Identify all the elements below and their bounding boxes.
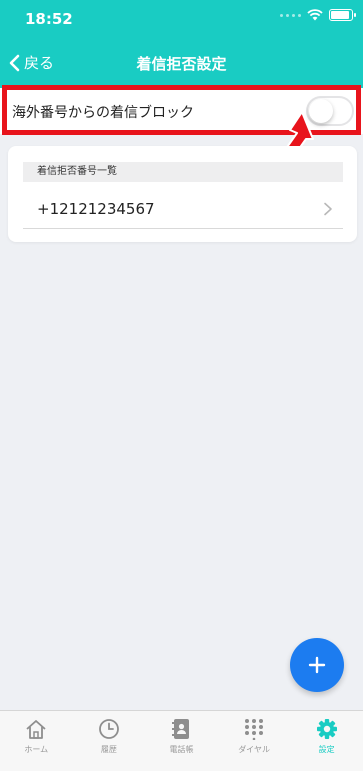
app-header: 18:52 戻る 着信拒否設定 [0,0,363,88]
tab-contacts-label: 電話帳 [169,745,194,754]
tab-home-label: ホーム [24,745,49,754]
blocked-list-header: 着信拒否番号一覧 [23,162,343,182]
blocked-list-card: 着信拒否番号一覧 +12121234567 [8,146,357,242]
overseas-block-toggle[interactable] [306,96,354,126]
tab-home[interactable]: ホーム [0,711,73,771]
gear-icon [316,719,337,739]
tab-dial-label: ダイヤル [238,745,270,754]
tab-settings-label: 設定 [318,745,335,754]
contacts-icon [172,719,190,739]
chevron-left-icon [9,54,20,71]
tab-bar: ホーム 履歴 電話帳 ダイヤル 設定 [0,710,363,771]
back-label: 戻る [24,54,55,72]
home-icon [26,720,46,739]
back-button[interactable]: 戻る [8,52,54,73]
status-icons [280,9,356,21]
signal-dots-icon [280,13,301,17]
add-button[interactable] [290,638,344,692]
toggle-knob [309,99,333,123]
tab-history-label: 履歴 [100,745,117,754]
tab-dial[interactable]: ダイヤル [218,711,291,771]
page-title: 着信拒否設定 [136,55,227,73]
overseas-block-label: 海外番号からの着信ブロック [12,105,194,121]
blocked-number: +12121234567 [37,200,155,218]
clock-icon [98,719,119,739]
battery-icon [329,9,356,21]
plus-icon [308,656,326,674]
chevron-right-icon [324,202,332,216]
tab-settings[interactable]: 設定 [290,711,363,771]
blocked-number-row[interactable]: +12121234567 [23,188,343,229]
tab-history[interactable]: 履歴 [73,711,146,771]
dialpad-icon [245,719,264,740]
status-time: 18:52 [25,10,73,28]
wifi-icon [307,9,323,21]
tab-contacts[interactable]: 電話帳 [145,711,218,771]
